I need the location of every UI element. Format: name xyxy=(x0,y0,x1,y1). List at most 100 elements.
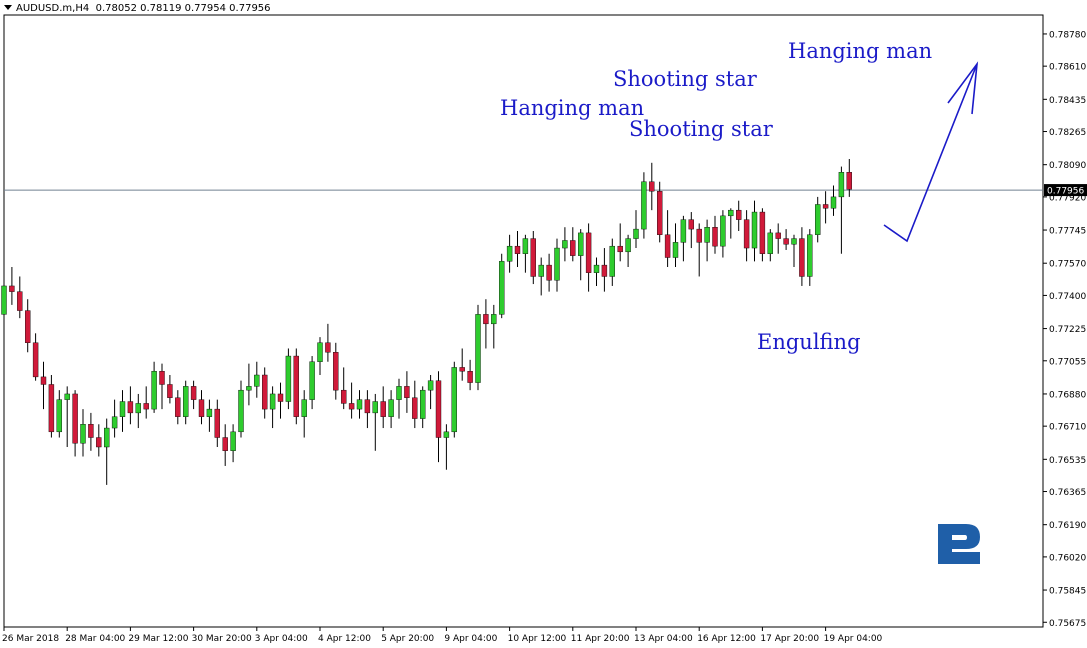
candle-body xyxy=(262,374,268,410)
symbol-label: AUDUSD.m,H4 xyxy=(16,3,90,14)
candle-body xyxy=(720,215,726,247)
y-tick-label: 0.78610 xyxy=(1049,63,1086,73)
candle-body xyxy=(254,374,260,387)
candle-body xyxy=(80,424,86,444)
y-tick-label: 0.77055 xyxy=(1049,357,1086,367)
candle-body xyxy=(443,431,450,438)
candle-body xyxy=(48,384,55,433)
candle-body xyxy=(388,399,394,417)
x-tick-label: 17 Apr 20:00 xyxy=(760,634,819,644)
x-tick-label: 19 Apr 04:00 xyxy=(824,634,883,644)
candle-body xyxy=(483,314,489,325)
y-tick-label: 0.78265 xyxy=(1049,128,1086,138)
y-tick-label: 0.76710 xyxy=(1049,423,1086,433)
candle-body xyxy=(32,342,39,378)
annotation-engulfing: Engulfing xyxy=(757,330,861,354)
ohlc-values: 0.78052 0.78119 0.77954 0.77956 xyxy=(95,3,271,14)
x-tick-label: 28 Mar 04:00 xyxy=(65,634,125,644)
candle-body xyxy=(372,401,378,414)
candle-body xyxy=(88,424,94,438)
candle-body xyxy=(672,242,679,258)
candle-body xyxy=(562,240,568,249)
candle-body xyxy=(309,361,315,400)
candle-body xyxy=(546,264,552,281)
y-tick-label: 0.76535 xyxy=(1049,456,1086,466)
candle-body xyxy=(40,376,47,385)
chart-header: AUDUSD.m,H4 0.78052 0.78119 0.77954 0.77… xyxy=(4,3,271,14)
y-tick-label: 0.78780 xyxy=(1049,30,1086,40)
x-tick-label: 29 Mar 12:00 xyxy=(128,634,188,644)
y-tick-label: 0.76190 xyxy=(1049,521,1086,531)
annotation-hanging-man-1: Hanging man xyxy=(500,96,645,120)
candle-body xyxy=(704,227,710,243)
candle-body xyxy=(214,408,221,438)
candle-body xyxy=(96,437,102,448)
candle-body xyxy=(9,285,15,292)
candle-body xyxy=(17,291,23,311)
candle-body xyxy=(143,403,149,410)
candle-body xyxy=(269,393,276,410)
candle-body xyxy=(427,380,434,391)
candle-body xyxy=(277,393,284,402)
candle-body xyxy=(412,397,418,419)
y-tick-label: 0.75845 xyxy=(1049,587,1086,597)
candle-body xyxy=(491,314,497,325)
candle-body xyxy=(451,367,457,433)
up-right-arrow-icon xyxy=(947,61,979,115)
candle-body xyxy=(759,211,766,254)
candle-body xyxy=(538,264,544,277)
candle-body xyxy=(380,401,386,417)
candle-body xyxy=(198,399,205,417)
candle-body xyxy=(325,342,331,353)
candle-body xyxy=(601,264,608,277)
candle-body xyxy=(475,314,481,383)
candle-body xyxy=(348,403,355,410)
candle-body xyxy=(822,204,829,209)
candle-body xyxy=(775,232,781,239)
candle-body xyxy=(238,389,244,433)
candle-body xyxy=(404,386,410,398)
x-tick-label: 10 Apr 12:00 xyxy=(508,634,567,644)
x-tick-label: 5 Apr 20:00 xyxy=(381,634,434,644)
candle-body xyxy=(435,380,442,438)
chart-window: 0.78780 0.78610 0.78435 0.78265 0.78090 0.779… xyxy=(0,0,1087,648)
dropdown-triangle-icon[interactable] xyxy=(4,5,12,10)
candle-body xyxy=(728,209,734,217)
candle-body xyxy=(783,238,789,245)
candle-body xyxy=(119,401,126,417)
candle-body xyxy=(522,238,529,254)
candle-body xyxy=(341,389,347,404)
forecast-arrow-path xyxy=(883,63,978,243)
candle-body xyxy=(680,219,687,243)
candle-body xyxy=(499,261,505,315)
candle-body xyxy=(459,367,465,372)
candle-body xyxy=(625,238,631,253)
y-tick-label: 0.77400 xyxy=(1049,292,1086,302)
candle-body xyxy=(815,204,821,235)
candle-body xyxy=(206,408,213,417)
candle-body xyxy=(56,399,62,433)
y-tick-label: 0.77225 xyxy=(1049,325,1086,335)
candle-body xyxy=(609,245,615,277)
candle-body xyxy=(167,384,173,398)
current-price-label: 0.77956 xyxy=(1047,187,1084,197)
candle-body xyxy=(554,247,560,281)
candle-body xyxy=(135,403,142,414)
x-tick-label: 30 Mar 20:00 xyxy=(192,634,252,644)
candle-body xyxy=(585,232,592,273)
candle-body xyxy=(230,431,236,451)
x-tick-label: 11 Apr 20:00 xyxy=(571,634,630,644)
candle-body xyxy=(736,209,742,220)
y-tick-label: 0.78090 xyxy=(1049,161,1086,171)
candle-body xyxy=(182,386,189,417)
candle-body xyxy=(111,416,118,429)
candle-body xyxy=(649,181,655,192)
x-tick-label: 13 Apr 04:00 xyxy=(634,634,693,644)
candle-body xyxy=(617,245,623,253)
candle-body xyxy=(712,227,718,247)
candle-body xyxy=(151,371,157,410)
candle-body xyxy=(364,399,371,414)
x-tick-label: 9 Apr 04:00 xyxy=(444,634,497,644)
x-tick-label: 26 Mar 2018 xyxy=(2,634,59,644)
candle-body xyxy=(175,397,181,417)
